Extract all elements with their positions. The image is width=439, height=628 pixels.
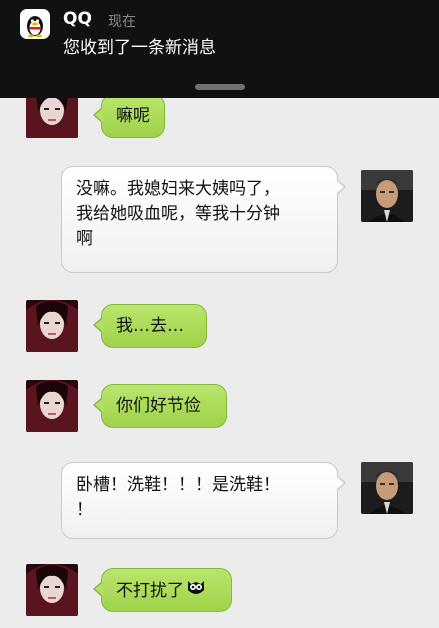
message-text-line: 我给她吸血呢，等我十分钟 — [76, 204, 280, 224]
notification-message: 您收到了一条新消息 — [63, 38, 216, 58]
banner-drag-handle[interactable] — [195, 84, 245, 90]
message-bubble-sent[interactable]: 卧槽！洗鞋！！！是洗鞋！ ！ — [61, 462, 346, 539]
avatar-man-photo[interactable] — [361, 462, 413, 514]
message-text-line: ！ — [76, 500, 93, 520]
avatar-anime-girl[interactable] — [26, 564, 78, 616]
message-text: 我…去… — [116, 316, 184, 336]
message-text: 你们好节俭 — [116, 396, 201, 416]
qq-penguin-icon — [20, 9, 50, 39]
message-bubble-received[interactable]: 我…去… — [93, 304, 207, 348]
message-bubble-received[interactable]: 不打扰了 — [93, 568, 232, 612]
message-bubble-received[interactable]: 你们好节俭 — [93, 384, 227, 428]
notification-banner[interactable]: QQ 现在 您收到了一条新消息 — [0, 0, 439, 98]
avatar-anime-girl[interactable] — [26, 300, 78, 352]
avatar-anime-girl[interactable] — [26, 380, 78, 432]
message-text-line: 卧槽！洗鞋！！！是洗鞋！ — [76, 475, 280, 495]
message-bubble-received[interactable]: 嘛呢 — [93, 94, 165, 138]
chat-area[interactable]: 嘛呢 没嘛。我媳妇来大姨吗了， 我给她吸血呢，等我十分钟 啊 我…去… 你们好节… — [0, 88, 439, 628]
message-text: 不打扰了 — [116, 581, 184, 601]
message-text: 嘛呢 — [116, 106, 150, 126]
owl-emoji-icon — [186, 578, 206, 604]
message-text-line: 啊 — [76, 229, 93, 249]
message-bubble-sent[interactable]: 没嘛。我媳妇来大姨吗了， 我给她吸血呢，等我十分钟 啊 — [61, 166, 346, 273]
avatar-man-photo[interactable] — [361, 170, 413, 222]
notification-app-name: QQ — [63, 9, 92, 29]
notification-time: 现在 — [108, 14, 136, 30]
message-text-line: 没嘛。我媳妇来大姨吗了， — [76, 179, 280, 199]
